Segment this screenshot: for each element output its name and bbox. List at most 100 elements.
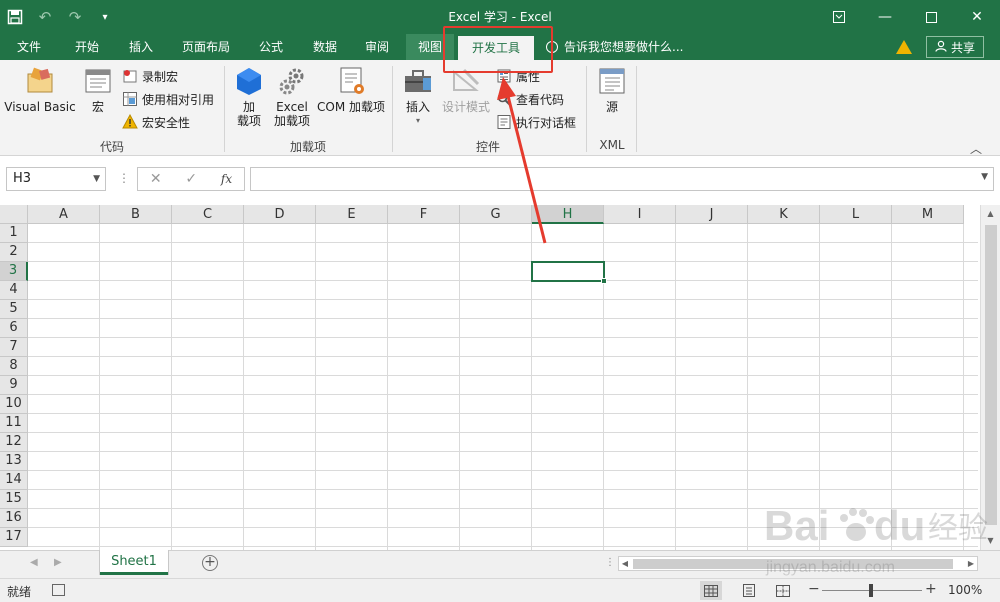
column-header[interactable]: A bbox=[28, 205, 100, 224]
macro-security-button[interactable]: 宏安全性 bbox=[122, 112, 190, 132]
column-header[interactable]: D bbox=[244, 205, 316, 224]
horizontal-scroll-thumb[interactable] bbox=[633, 559, 953, 569]
tab-insert[interactable]: 插入 bbox=[118, 34, 164, 60]
tab-page-layout[interactable]: 页面布局 bbox=[174, 34, 238, 60]
relative-refs-label: 使用相对引用 bbox=[142, 92, 215, 107]
row-header[interactable]: 17 bbox=[0, 528, 28, 547]
page-layout-view-button[interactable] bbox=[738, 581, 760, 600]
design-mode-label: 设计模式 bbox=[441, 100, 490, 114]
row-header[interactable]: 9 bbox=[0, 376, 28, 395]
formula-bar-grip-icon[interactable]: ⋮ bbox=[118, 171, 130, 185]
tab-data[interactable]: 数据 bbox=[302, 34, 348, 60]
normal-view-button[interactable] bbox=[700, 581, 722, 600]
scroll-left-icon[interactable]: ◀ bbox=[619, 557, 631, 570]
row-header[interactable]: 14 bbox=[0, 471, 28, 490]
row-header[interactable]: 5 bbox=[0, 300, 28, 319]
undo-icon[interactable]: ↶ bbox=[30, 0, 60, 34]
share-button[interactable]: 共享 bbox=[926, 36, 984, 58]
addins-label-line2: 载项 bbox=[236, 114, 261, 128]
prev-sheet-icon[interactable]: ◀ bbox=[30, 557, 38, 568]
minimize-button[interactable]: — bbox=[862, 0, 908, 34]
chevron-down-icon[interactable]: ▼ bbox=[93, 168, 100, 190]
com-addins-button[interactable]: COM 加载项 bbox=[314, 66, 388, 114]
fill-handle[interactable] bbox=[601, 278, 607, 284]
addins-button[interactable]: 加 载项 bbox=[230, 66, 268, 128]
column-header[interactable]: G bbox=[460, 205, 532, 224]
confirm-entry-icon[interactable]: ✓ bbox=[185, 171, 197, 187]
column-header[interactable]: K bbox=[748, 205, 820, 224]
scroll-right-icon[interactable]: ▶ bbox=[965, 557, 977, 570]
record-macro-button[interactable]: 录制宏 bbox=[122, 66, 178, 86]
group-divider bbox=[586, 66, 587, 152]
expand-formula-bar-icon[interactable]: ▼ bbox=[981, 172, 988, 182]
close-button[interactable]: ✕ bbox=[954, 0, 1000, 34]
relative-refs-button[interactable]: 使用相对引用 bbox=[122, 89, 214, 109]
run-dialog-button[interactable]: 执行对话框 bbox=[496, 112, 576, 132]
tab-formulas[interactable]: 公式 bbox=[248, 34, 294, 60]
ribbon-display-options-icon[interactable] bbox=[816, 0, 862, 34]
vertical-scroll-thumb[interactable] bbox=[985, 225, 997, 525]
row-header[interactable]: 3 bbox=[0, 262, 28, 281]
column-header[interactable]: E bbox=[316, 205, 388, 224]
row-header[interactable]: 4 bbox=[0, 281, 28, 300]
tab-file[interactable]: 文件 bbox=[6, 34, 52, 60]
warning-icon[interactable] bbox=[896, 40, 912, 54]
save-icon[interactable] bbox=[0, 0, 30, 34]
formula-input[interactable]: ▼ bbox=[250, 167, 994, 191]
redo-icon[interactable]: ↷ bbox=[60, 0, 90, 34]
row-header[interactable]: 10 bbox=[0, 395, 28, 414]
column-header[interactable]: J bbox=[676, 205, 748, 224]
horizontal-scrollbar[interactable]: ◀ ▶ bbox=[618, 556, 978, 571]
scroll-up-icon[interactable]: ▲ bbox=[981, 207, 1000, 221]
row-header[interactable]: 6 bbox=[0, 319, 28, 338]
zoom-in-button[interactable]: + bbox=[925, 581, 937, 597]
worksheet-grid[interactable]: ABCDEFGHIJKLM 1 2 3 4 5 6 7 8 9 10 11 12 13 14 15 16 17 … bbox=[0, 205, 1000, 550]
view-code-button[interactable]: 查看代码 bbox=[496, 89, 564, 109]
add-sheet-icon[interactable]: + bbox=[202, 555, 218, 571]
column-header[interactable]: H bbox=[532, 205, 604, 224]
column-header[interactable]: I bbox=[604, 205, 676, 224]
row-header[interactable]: 16 bbox=[0, 509, 28, 528]
customize-qat-icon[interactable]: ▾ bbox=[90, 0, 120, 34]
page-break-view-button[interactable] bbox=[772, 581, 794, 600]
row-header[interactable]: 1 bbox=[0, 224, 28, 243]
row-header[interactable]: 7 bbox=[0, 338, 28, 357]
insert-control-button[interactable]: 插入 ▾ bbox=[400, 66, 436, 128]
row-header[interactable]: 11 bbox=[0, 414, 28, 433]
row-header[interactable]: 12 bbox=[0, 433, 28, 452]
insert-function-icon[interactable]: fx bbox=[221, 172, 232, 186]
visual-basic-button[interactable]: Visual Basic bbox=[4, 66, 76, 114]
tab-home[interactable]: 开始 bbox=[64, 34, 110, 60]
column-header[interactable]: L bbox=[820, 205, 892, 224]
row-header[interactable]: 15 bbox=[0, 490, 28, 509]
insert-control-label: 插入 bbox=[405, 100, 430, 114]
macro-recording-icon[interactable] bbox=[52, 584, 65, 596]
next-sheet-icon[interactable]: ▶ bbox=[54, 557, 62, 568]
maximize-button[interactable] bbox=[908, 0, 954, 34]
row-header[interactable]: 8 bbox=[0, 357, 28, 376]
tab-review[interactable]: 审阅 bbox=[354, 34, 400, 60]
zoom-slider-thumb[interactable] bbox=[869, 584, 873, 597]
name-box[interactable]: H3 ▼ bbox=[6, 167, 106, 191]
cancel-entry-icon[interactable]: ✕ bbox=[150, 171, 162, 187]
column-header[interactable]: F bbox=[388, 205, 460, 224]
tab-split-grip-icon[interactable]: ⋮ bbox=[605, 557, 615, 568]
tell-me-box[interactable]: 告诉我您想要做什么... bbox=[546, 34, 683, 60]
row-header[interactable]: 2 bbox=[0, 243, 28, 262]
zoom-out-button[interactable]: − bbox=[808, 581, 820, 597]
sheet-tab[interactable]: Sheet1 bbox=[100, 550, 168, 575]
zoom-level[interactable]: 100% bbox=[948, 583, 982, 597]
scroll-down-icon[interactable]: ▼ bbox=[981, 534, 1000, 548]
excel-addins-button[interactable]: Excel 加载项 bbox=[270, 66, 314, 128]
select-all-button[interactable] bbox=[0, 205, 28, 224]
vertical-scrollbar[interactable]: ▲ ▼ bbox=[980, 205, 1000, 550]
column-header[interactable]: C bbox=[172, 205, 244, 224]
xml-source-button[interactable]: 源 bbox=[592, 66, 632, 114]
column-header[interactable]: M bbox=[892, 205, 964, 224]
column-header[interactable]: B bbox=[100, 205, 172, 224]
macros-button[interactable]: 宏 bbox=[78, 66, 118, 114]
selected-cell-h3[interactable] bbox=[531, 261, 605, 282]
design-mode-button[interactable]: 设计模式 bbox=[438, 66, 494, 114]
collapse-ribbon-icon[interactable]: ︿ bbox=[970, 140, 982, 157]
row-header[interactable]: 13 bbox=[0, 452, 28, 471]
